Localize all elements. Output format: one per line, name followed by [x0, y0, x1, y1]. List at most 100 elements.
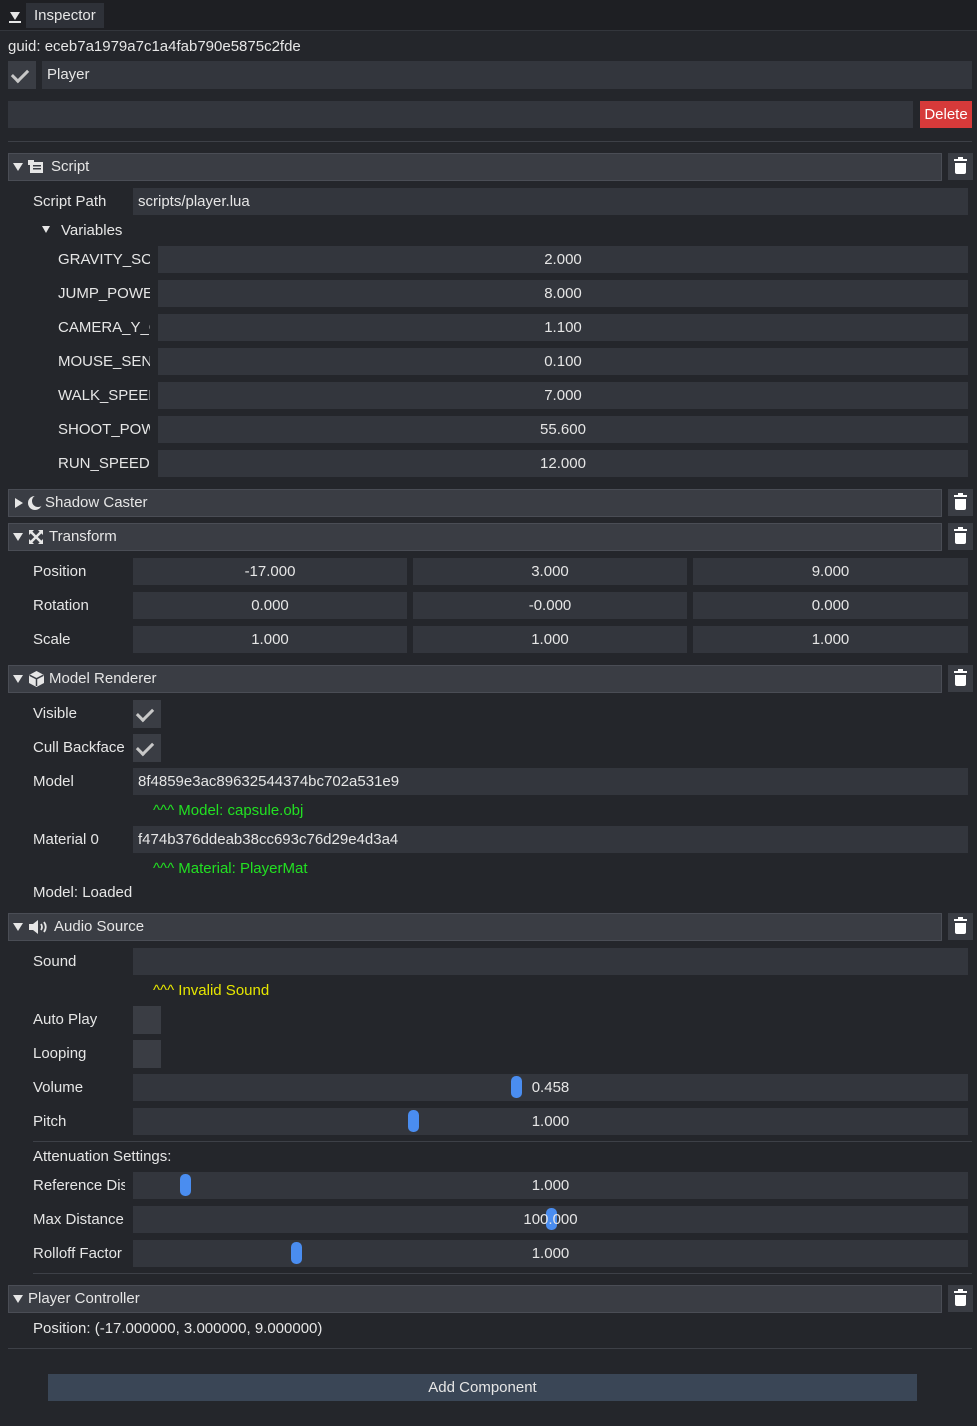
- pitch-slider-handle[interactable]: [408, 1110, 420, 1132]
- variable-value-input[interactable]: 7.000: [158, 382, 968, 409]
- cull-backface-label: Cull Backface: [33, 739, 125, 756]
- scale-z-input[interactable]: 1.000: [693, 626, 968, 653]
- script-path-input[interactable]: scripts/player.lua: [133, 188, 968, 215]
- variable-name: WALK_SPEED: [58, 387, 150, 404]
- remove-player-controller-button[interactable]: [948, 1285, 973, 1312]
- scale-y-input[interactable]: 1.000: [413, 626, 687, 653]
- scale-x-input[interactable]: 1.000: [133, 626, 407, 653]
- reference-distance-value: 1.000: [531, 1177, 570, 1194]
- remove-model-renderer-button[interactable]: [948, 665, 973, 692]
- rolloff-factor-value: 1.000: [531, 1245, 570, 1262]
- scale-label: Scale: [33, 631, 71, 648]
- position-label: Position: [33, 563, 87, 580]
- script-scroll-icon: [28, 160, 43, 173]
- volume-label: Volume: [33, 1079, 84, 1096]
- cull-backface-checkbox[interactable]: [133, 734, 161, 762]
- guid-text: guid: eceb7a1979a7c1a4fab790e5875c2fde: [8, 38, 301, 55]
- player-controller-title: Player Controller: [28, 1290, 140, 1307]
- volume-value: 0.458: [531, 1079, 570, 1096]
- variable-value-input[interactable]: 1.100: [158, 314, 968, 341]
- model-guid-input[interactable]: 8f4859e3ac89632544374bc702a531e9: [133, 768, 968, 795]
- separator: [8, 141, 972, 142]
- separator: [33, 1141, 972, 1142]
- pitch-slider[interactable]: 1.000: [133, 1108, 968, 1135]
- remove-audio-source-button[interactable]: [948, 913, 973, 940]
- check-icon: [135, 703, 155, 723]
- model-status-text: Model: Loaded: [33, 884, 133, 901]
- variable-value-input[interactable]: 55.600: [158, 416, 968, 443]
- position-x-input[interactable]: -17.000: [133, 558, 407, 585]
- transform-header[interactable]: Transform: [8, 523, 942, 551]
- variable-name: GRAVITY_SCALE: [58, 251, 150, 268]
- delete-entity-button[interactable]: Delete: [920, 101, 972, 128]
- attenuation-label: Attenuation Settings:: [33, 1148, 172, 1165]
- auto-play-checkbox[interactable]: [133, 1006, 161, 1034]
- variable-value-input[interactable]: 0.100: [158, 348, 968, 375]
- script-path-label: Script Path: [33, 193, 107, 210]
- variable-value-input[interactable]: 8.000: [158, 280, 968, 307]
- transform-arrows-icon: [29, 530, 43, 544]
- rotation-x-input[interactable]: 0.000: [133, 592, 407, 619]
- model-label: Model: [33, 773, 74, 790]
- remove-transform-button[interactable]: [948, 523, 973, 550]
- entity-tag-input[interactable]: [8, 101, 913, 128]
- shadow-caster-header[interactable]: Shadow Caster: [8, 489, 942, 517]
- expand-icon: [13, 1295, 23, 1303]
- sound-guid-input[interactable]: [133, 948, 968, 975]
- model-renderer-header[interactable]: Model Renderer: [8, 665, 942, 693]
- separator: [8, 1348, 972, 1349]
- material-label: Material 0: [33, 831, 99, 848]
- expand-icon: [13, 675, 23, 683]
- model-renderer-title: Model Renderer: [49, 670, 157, 687]
- variable-value-input[interactable]: 12.000: [158, 450, 968, 477]
- remove-shadow-caster-button[interactable]: [948, 489, 973, 516]
- variable-name: MOUSE_SENSITIVITY: [58, 353, 150, 370]
- reference-distance-handle[interactable]: [180, 1174, 192, 1196]
- position-z-input[interactable]: 9.000: [693, 558, 968, 585]
- transform-title: Transform: [49, 528, 117, 545]
- audio-source-title: Audio Source: [54, 918, 145, 935]
- window-title-tab[interactable]: Inspector: [26, 3, 104, 28]
- trash-icon: [955, 163, 966, 174]
- pitch-label: Pitch: [33, 1113, 67, 1130]
- model-hint-text: ^^^ Model: capsule.obj: [153, 802, 304, 819]
- rotation-y-input[interactable]: -0.000: [413, 592, 687, 619]
- inspector-titlebar: Inspector: [0, 0, 977, 31]
- collapse-window-icon[interactable]: [10, 12, 20, 20]
- remove-script-button[interactable]: [948, 153, 973, 180]
- variable-value-input[interactable]: 2.000: [158, 246, 968, 273]
- separator: [33, 1273, 972, 1274]
- volume-slider-handle[interactable]: [511, 1076, 523, 1098]
- volume-slider[interactable]: 0.458: [133, 1074, 968, 1101]
- material-hint-text: ^^^ Material: PlayerMat: [153, 860, 308, 877]
- add-component-button[interactable]: Add Component: [48, 1374, 917, 1401]
- sound-label: Sound: [33, 953, 77, 970]
- moon-icon: [28, 495, 43, 510]
- auto-play-label: Auto Play: [33, 1011, 98, 1028]
- variables-expand-icon[interactable]: [42, 226, 50, 233]
- rolloff-factor-slider[interactable]: 1.000: [133, 1240, 968, 1267]
- window-title: Inspector: [34, 7, 96, 24]
- entity-enabled-checkbox[interactable]: [8, 61, 36, 89]
- script-header[interactable]: Script: [8, 153, 942, 181]
- audio-source-header[interactable]: Audio Source: [8, 913, 942, 941]
- looping-checkbox[interactable]: [133, 1040, 161, 1068]
- material-guid-input[interactable]: f474b376ddeab38cc693c76d29e4d3a4: [133, 826, 968, 853]
- max-distance-slider[interactable]: 100.000: [133, 1206, 968, 1233]
- rolloff-factor-handle[interactable]: [290, 1242, 302, 1264]
- check-icon: [10, 64, 30, 84]
- rotation-z-input[interactable]: 0.000: [693, 592, 968, 619]
- variable-name: CAMERA_Y_OFFSET: [58, 319, 150, 336]
- collapse-window-icon-bar: [9, 21, 21, 23]
- visible-label: Visible: [33, 705, 77, 722]
- reference-distance-slider[interactable]: 1.000: [133, 1172, 968, 1199]
- pitch-value: 1.000: [531, 1113, 570, 1130]
- check-icon: [135, 737, 155, 757]
- entity-name-input[interactable]: Player: [42, 61, 972, 89]
- trash-icon: [955, 923, 966, 934]
- shadow-caster-title: Shadow Caster: [45, 494, 148, 511]
- visible-checkbox[interactable]: [133, 700, 161, 728]
- player-controller-header[interactable]: Player Controller: [8, 1285, 942, 1313]
- trash-icon: [955, 499, 966, 510]
- position-y-input[interactable]: 3.000: [413, 558, 687, 585]
